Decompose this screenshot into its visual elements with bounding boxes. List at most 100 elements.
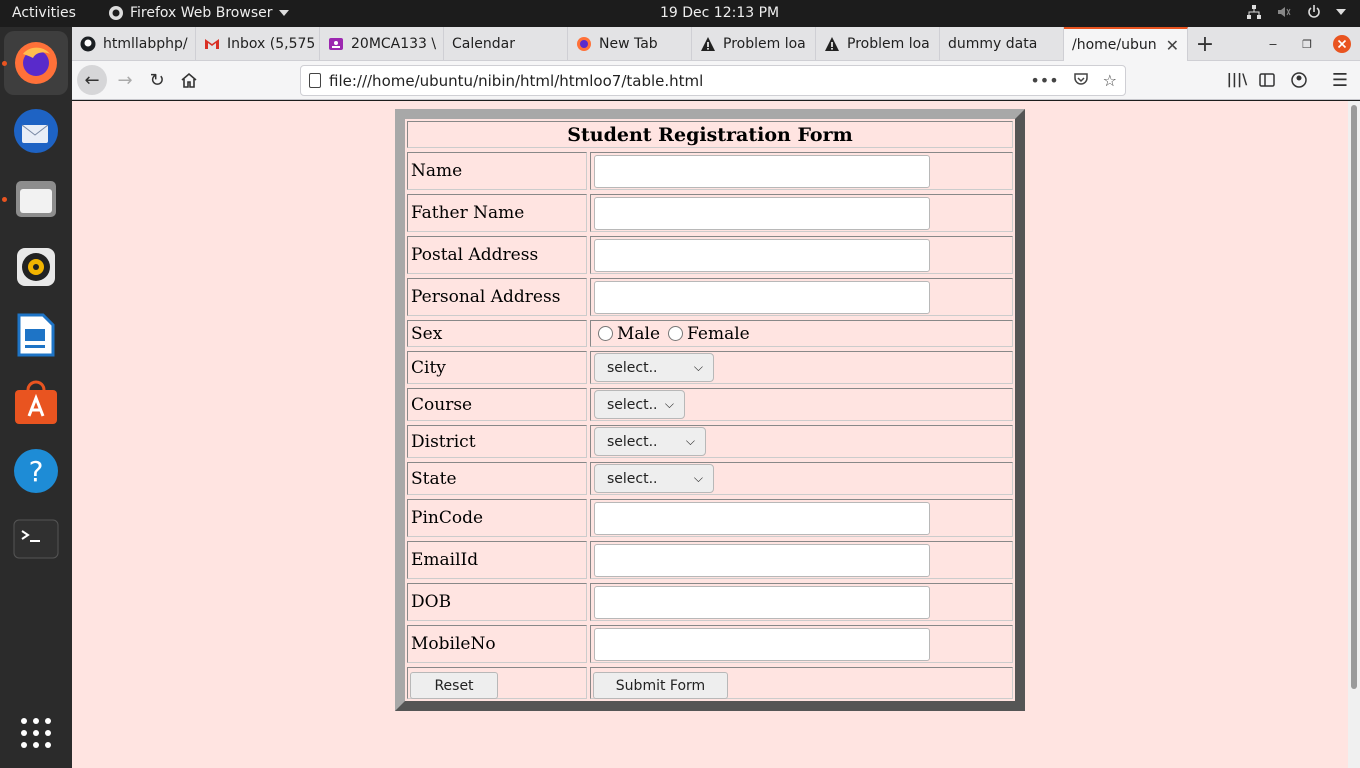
personal-address-input[interactable] — [594, 281, 930, 314]
classroom-icon — [329, 38, 343, 50]
tab-dummy-data[interactable]: dummy data — [940, 27, 1064, 61]
dob-input[interactable] — [594, 586, 930, 619]
navigation-toolbar: ← → ↻ file:///home/ubuntu/nibin/html/htm… — [72, 61, 1360, 100]
course-select[interactable]: select.. ⌵ — [594, 390, 685, 419]
running-indicator — [2, 197, 7, 202]
course-label: Course — [407, 388, 587, 421]
close-window-button[interactable] — [1327, 29, 1357, 59]
rhythmbox-icon — [17, 248, 55, 286]
email-cell — [590, 541, 1013, 579]
postal-address-input[interactable] — [594, 239, 930, 272]
father-name-cell — [590, 194, 1013, 232]
dock-rhythmbox[interactable] — [4, 235, 68, 299]
system-tray[interactable] — [1246, 4, 1346, 20]
chevron-down-icon — [278, 10, 289, 16]
name-label: Name — [407, 152, 587, 190]
libreoffice-writer-icon — [17, 313, 55, 357]
home-icon — [181, 72, 197, 88]
dock-help[interactable]: ? — [4, 439, 68, 503]
power-icon — [1308, 5, 1320, 18]
account-button[interactable] — [1284, 65, 1314, 95]
submit-button[interactable]: Submit Form — [593, 672, 728, 699]
tab-calendar[interactable]: Calendar — [444, 27, 568, 61]
tab-current-file[interactable]: /home/ubun ✕ — [1064, 27, 1188, 61]
home-button[interactable] — [174, 65, 204, 95]
father-name-input[interactable] — [594, 197, 930, 230]
district-cell: select.. ⌵ — [590, 425, 1013, 458]
app-menu[interactable]: Firefox Web Browser — [108, 5, 289, 21]
father-name-label: Father Name — [407, 194, 587, 232]
mobile-input[interactable] — [594, 628, 930, 661]
email-input[interactable] — [594, 544, 930, 577]
page-actions-icon[interactable]: ••• — [1030, 71, 1058, 90]
minimize-icon: ‒ — [1268, 36, 1278, 52]
close-tab-icon[interactable]: ✕ — [1166, 36, 1179, 55]
dock-show-apps[interactable] — [4, 701, 68, 765]
mobile-label: MobileNo — [407, 625, 587, 663]
male-radio[interactable] — [598, 326, 613, 341]
pocket-icon[interactable] — [1073, 71, 1089, 87]
personal-address-cell — [590, 278, 1013, 316]
tab-label: New Tab — [599, 36, 658, 52]
tab-classroom[interactable]: 20MCA133 \ — [320, 27, 444, 61]
svg-text:?: ? — [29, 455, 44, 488]
chevron-down-icon: ⌵ — [693, 471, 703, 485]
chevron-down-icon: ⌵ — [685, 434, 695, 448]
sidebar-button[interactable] — [1252, 65, 1282, 95]
tab-problem-loading-2[interactable]: Problem loa — [816, 27, 940, 61]
clock[interactable]: 19 Dec 12:13 PM — [660, 5, 779, 21]
dock-files[interactable] — [4, 167, 68, 231]
library-icon: |||\ — [1226, 72, 1248, 88]
restore-icon: ❐ — [1302, 37, 1312, 51]
tab-bar: htmllabphp/ Inbox (5,575 20MCA133 \ Cale… — [72, 27, 1360, 61]
url-bar[interactable]: file:///home/ubuntu/nibin/html/htmloo7/t… — [300, 65, 1126, 96]
gmail-icon — [205, 39, 219, 49]
tab-new-tab[interactable]: New Tab — [568, 27, 692, 61]
new-tab-button[interactable]: + — [1190, 29, 1220, 59]
tab-problem-loading-1[interactable]: Problem loa — [692, 27, 816, 61]
dob-label: DOB — [407, 583, 587, 621]
activities-button[interactable]: Activities — [12, 5, 76, 21]
district-label: District — [407, 425, 587, 458]
chevron-down-icon: ⌵ — [693, 360, 703, 374]
warning-icon — [701, 37, 715, 51]
dock-software[interactable] — [4, 371, 68, 435]
menu-button[interactable]: ☰ — [1325, 65, 1355, 95]
vertical-scrollbar[interactable] — [1348, 101, 1360, 768]
district-select[interactable]: select.. ⌵ — [594, 427, 706, 456]
tab-htmllabphp[interactable]: htmllabphp/ — [72, 27, 196, 61]
arrow-right-icon: → — [117, 69, 133, 91]
forward-button[interactable]: → — [110, 65, 140, 95]
pincode-input[interactable] — [594, 502, 930, 535]
tab-inbox[interactable]: Inbox (5,575 — [196, 27, 320, 61]
submit-cell: Submit Form — [590, 667, 1013, 699]
files-icon — [16, 181, 56, 217]
reset-button[interactable]: Reset — [410, 672, 498, 699]
postal-address-label: Postal Address — [407, 236, 587, 274]
tab-label: htmllabphp/ — [103, 36, 188, 52]
bookmark-star-icon[interactable]: ☆ — [1103, 71, 1117, 90]
running-indicator — [2, 61, 7, 66]
course-select-value: select.. — [607, 396, 658, 413]
dock-terminal[interactable] — [4, 507, 68, 571]
scrollbar-thumb[interactable] — [1351, 105, 1357, 689]
city-select[interactable]: select.. ⌵ — [594, 353, 714, 382]
name-input[interactable] — [594, 155, 930, 188]
reload-button[interactable]: ↻ — [142, 65, 172, 95]
tab-label: Calendar — [452, 36, 515, 52]
name-cell — [590, 152, 1013, 190]
back-button[interactable]: ← — [77, 65, 107, 95]
restore-button[interactable]: ❐ — [1292, 29, 1322, 59]
minimize-button[interactable]: ‒ — [1258, 29, 1288, 59]
dock-thunderbird[interactable] — [4, 99, 68, 163]
help-icon: ? — [14, 449, 58, 493]
dock-writer[interactable] — [4, 303, 68, 367]
female-radio[interactable] — [668, 326, 684, 341]
url-text: file:///home/ubuntu/nibin/html/htmloo7/t… — [329, 71, 704, 90]
state-select[interactable]: select.. ⌵ — [594, 464, 714, 493]
library-button[interactable]: |||\ — [1222, 65, 1252, 95]
dock-firefox[interactable] — [4, 31, 68, 95]
sidebar-icon — [1259, 73, 1275, 87]
firefox-icon — [15, 42, 57, 84]
page-content: Student Registration Form Name Father Na… — [72, 101, 1360, 768]
